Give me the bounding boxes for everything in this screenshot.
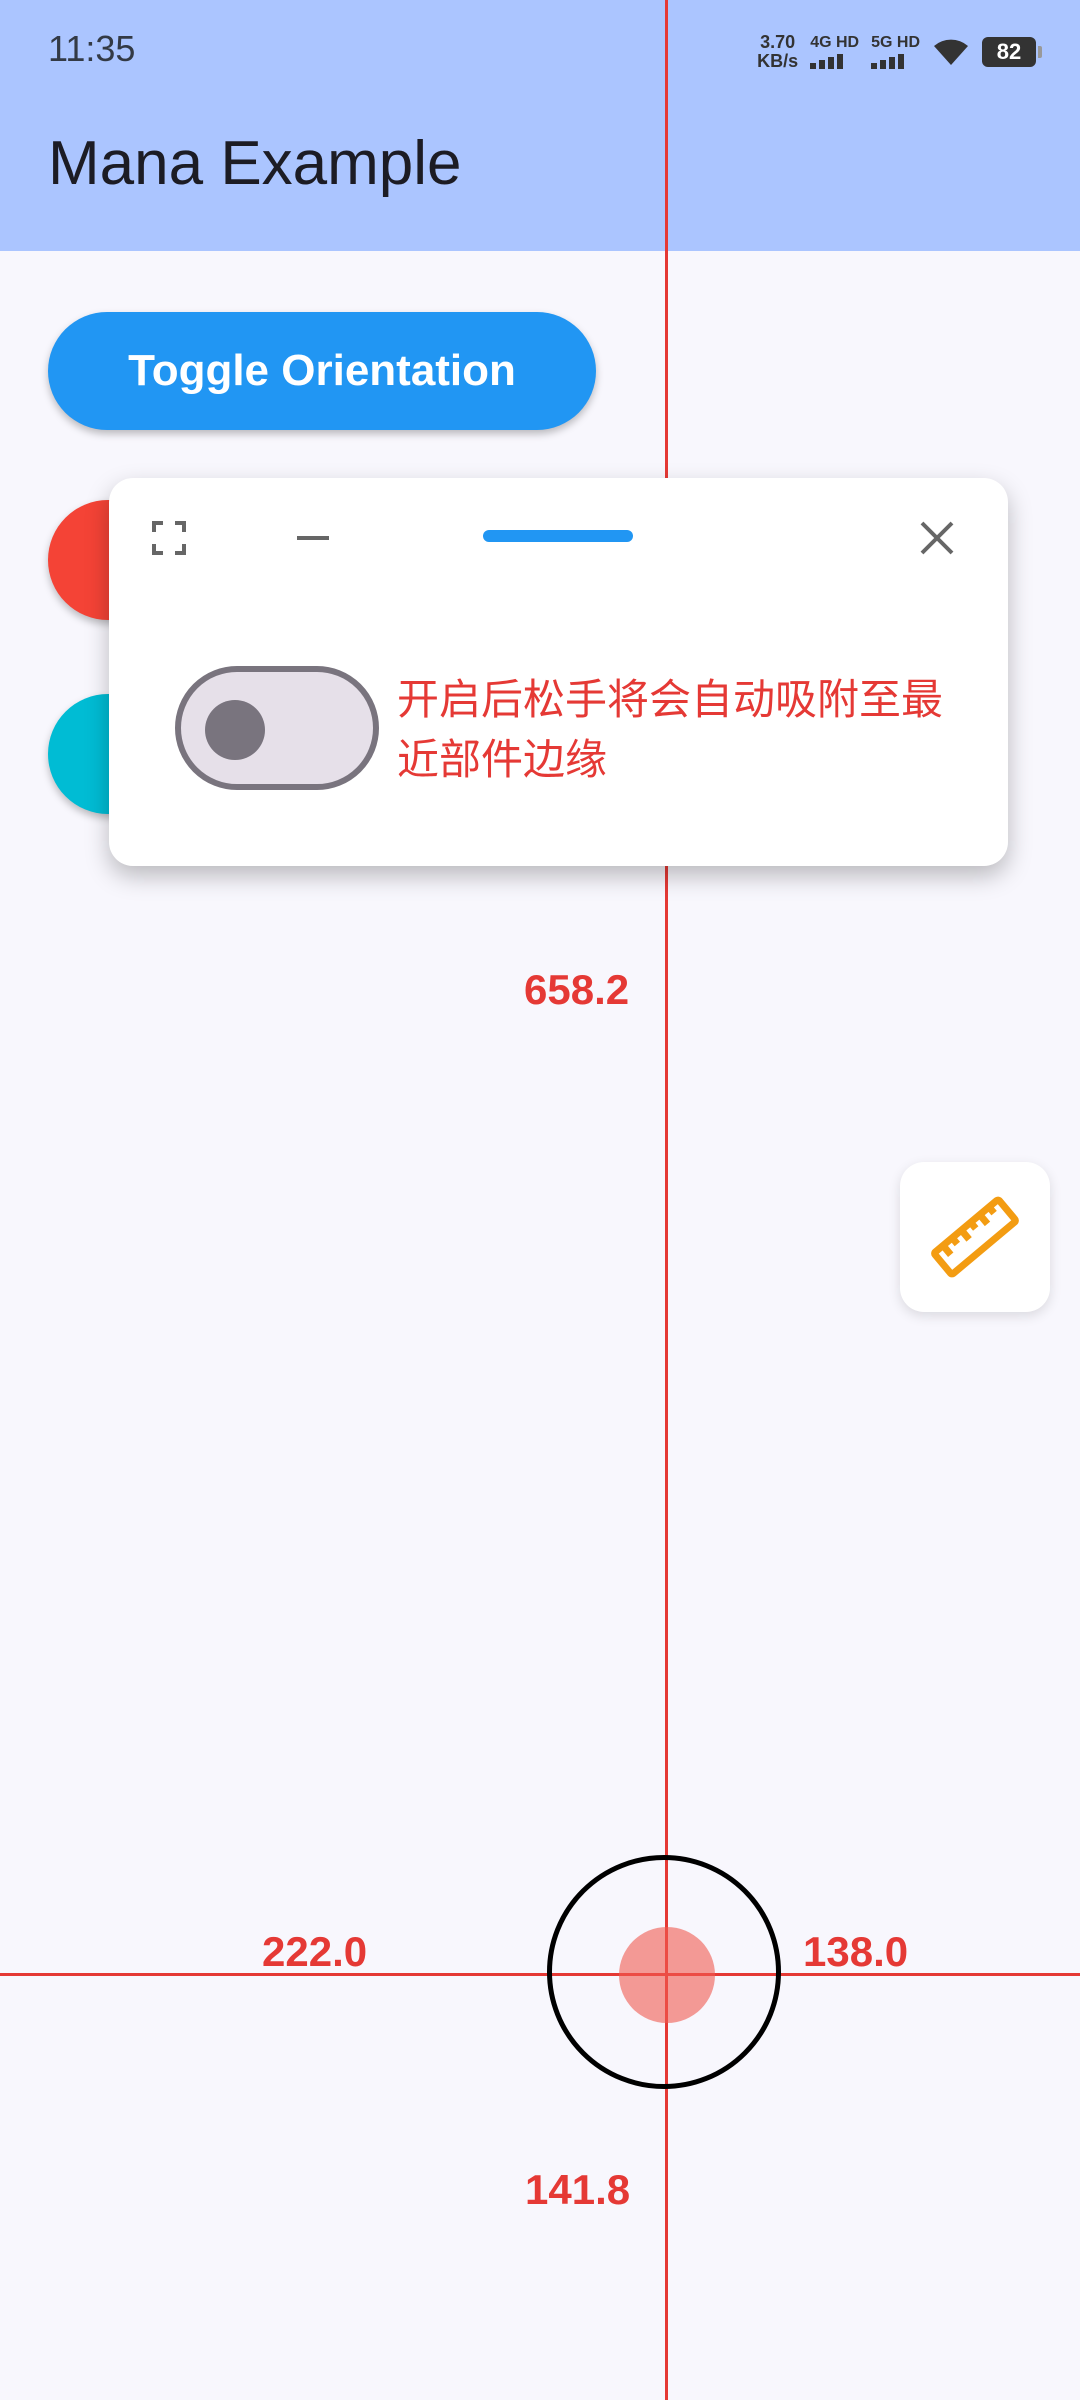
fullscreen-icon: [152, 521, 186, 555]
close-icon: [920, 521, 954, 555]
drag-handle[interactable]: [483, 530, 633, 542]
distance-right-label: 138.0: [803, 1928, 909, 1975]
close-button[interactable]: [913, 514, 961, 562]
ruler-tool-button[interactable]: [900, 1162, 1050, 1312]
minimize-button[interactable]: [289, 514, 337, 562]
distance-bottom-label: 141.8: [525, 2166, 631, 2213]
distance-top-label: 658.2: [524, 966, 630, 1013]
network-speed: 3.70 KB/s: [757, 33, 798, 71]
fullscreen-button[interactable]: [145, 514, 193, 562]
status-bar: 11:35 3.70 KB/s 4G HD 5G HD 82: [0, 0, 1080, 100]
switch-knob: [205, 700, 265, 760]
network-speed-value: 3.70: [760, 32, 796, 52]
sim2-signal: 5G HD: [871, 35, 920, 69]
app-bar: Mana Example: [0, 100, 1080, 251]
floating-panel: 开启后松手将会自动吸附至最近部件边缘: [109, 478, 1008, 866]
crosshair-center-dot: [619, 1927, 715, 2023]
horizontal-guide-line: [0, 1973, 1080, 1976]
ruler-icon: [931, 1196, 1019, 1278]
signal-bars-icon: [871, 53, 905, 69]
network-speed-unit: KB/s: [757, 51, 799, 71]
minimize-icon: [297, 536, 329, 540]
battery-icon: 82: [982, 37, 1042, 67]
app-title: Mana Example: [48, 129, 462, 198]
snap-to-edge-switch[interactable]: [175, 666, 379, 790]
signal-bars-icon: [810, 53, 844, 69]
sim1-label: 4G HD: [810, 34, 860, 51]
wifi-icon: [934, 39, 968, 65]
snap-to-edge-label: 开启后松手将会自动吸附至最近部件边缘: [397, 675, 944, 784]
distance-left-label: 222.0: [262, 1928, 368, 1975]
toggle-orientation-button[interactable]: Toggle Orientation: [48, 312, 596, 430]
sim1-signal: 4G HD: [810, 35, 859, 69]
status-time: 11:35: [48, 28, 136, 69]
status-icons: 3.70 KB/s 4G HD 5G HD 82: [757, 28, 1042, 76]
sim2-label: 5G HD: [871, 34, 920, 51]
